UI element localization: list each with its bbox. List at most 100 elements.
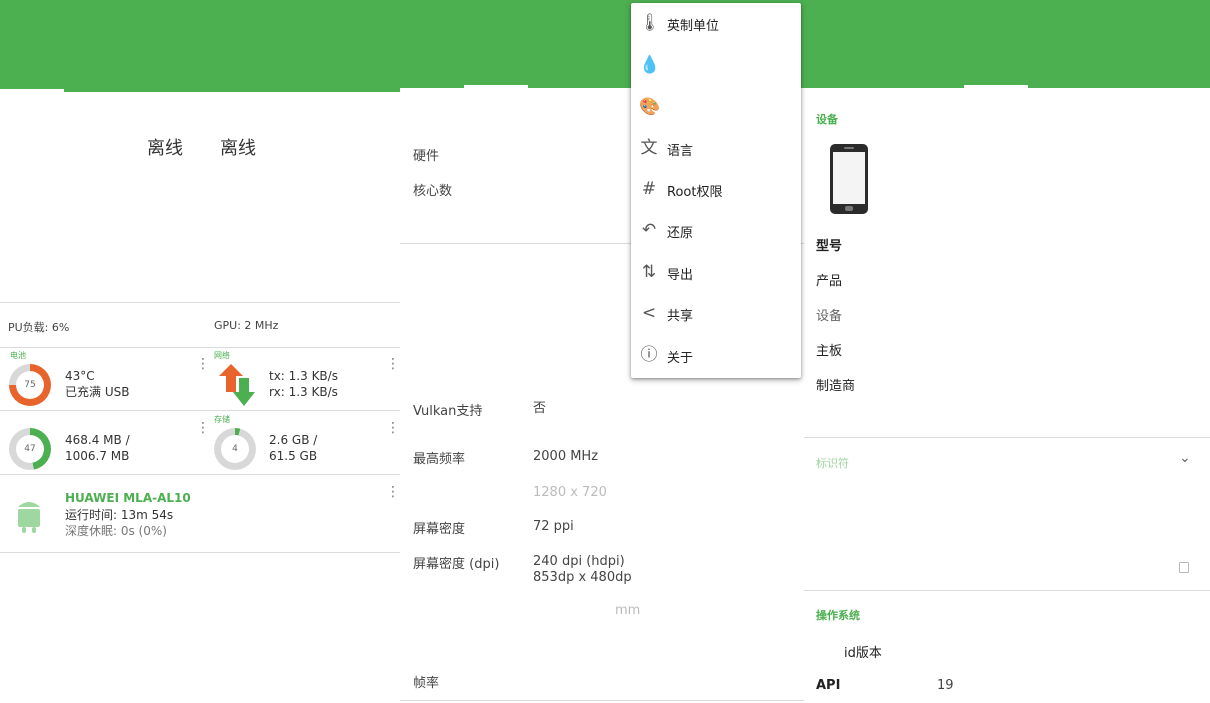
tab-indicator bbox=[0, 89, 64, 92]
row-label-vulkan: Vulkan支持 bbox=[413, 404, 483, 419]
battery-ring: 75 bbox=[9, 364, 51, 406]
device-info-panel: 设备 型号 产品 设备 主板 制造商 标识符 ⌄ 操作系统 id版本 API 1… bbox=[804, 0, 1210, 703]
row-value-density-dp: 853dp x 480dp bbox=[533, 570, 632, 585]
divider bbox=[804, 437, 1210, 438]
memory-percent: 47 bbox=[16, 435, 44, 463]
row-label-hardware: 硬件 bbox=[413, 149, 440, 164]
divider bbox=[804, 590, 1210, 591]
copy-icon[interactable] bbox=[1179, 562, 1189, 573]
offline-label-1: 离线 bbox=[147, 138, 183, 159]
divider bbox=[400, 700, 804, 701]
row-value-vulkan: 否 bbox=[533, 401, 547, 416]
device-label-manufacturer: 制造商 bbox=[816, 379, 856, 394]
phone-icon bbox=[830, 144, 868, 214]
menu-item-label: 共享 bbox=[667, 309, 694, 324]
network-arrows-icon bbox=[219, 364, 255, 406]
row-value-density: 72 ppi bbox=[533, 519, 574, 534]
chevron-down-icon[interactable]: ⌄ bbox=[1179, 450, 1191, 466]
menu-item-units[interactable]: 🌡 英制单位 bbox=[631, 3, 801, 44]
tab-indicator bbox=[964, 85, 1028, 88]
device-uptime: 运行时间: 13m 54s bbox=[65, 508, 174, 522]
offline-label-2: 离线 bbox=[220, 138, 256, 159]
menu-item-label: 导出 bbox=[667, 268, 694, 283]
device-tile[interactable]: HUAWEI MLA-AL10 运行时间: 13m 54s 深度休眠: 0s (… bbox=[0, 475, 400, 552]
menu-item-restore[interactable]: ↶ 还原 bbox=[631, 210, 801, 251]
menu-item-language[interactable]: 文 语言 bbox=[631, 128, 801, 169]
battery-tile[interactable]: 电池 75 43°C 已充满 USB ⋮ bbox=[0, 348, 210, 410]
section-device-title: 设备 bbox=[816, 113, 838, 126]
row-value-max-frequency: 2000 MHz bbox=[533, 449, 599, 464]
device-deep-sleep: 深度休眠: 0s (0%) bbox=[65, 524, 167, 538]
menu-item-root[interactable]: # Root权限 bbox=[631, 169, 801, 210]
device-label-model: 型号 bbox=[816, 239, 843, 254]
water-drop-icon: 💧 bbox=[639, 55, 661, 75]
more-vert-icon[interactable]: ⋮ bbox=[386, 357, 400, 371]
row-label-cores: 核心数 bbox=[413, 184, 453, 199]
storage-used: 2.6 GB / bbox=[269, 433, 318, 447]
more-vert-icon[interactable]: ⋮ bbox=[386, 485, 400, 499]
network-tx: tx: 1.3 KB/s bbox=[269, 369, 338, 383]
translate-icon: 文 bbox=[640, 138, 658, 158]
menu-item-label: 关于 bbox=[667, 351, 694, 366]
storage-caption: 存储 bbox=[214, 415, 230, 424]
device-label-device: 设备 bbox=[816, 309, 843, 324]
os-label-android-version: id版本 bbox=[844, 646, 882, 661]
menu-item-export[interactable]: ⇅ 导出 bbox=[631, 252, 801, 293]
divider bbox=[0, 552, 400, 553]
share-icon: < bbox=[641, 303, 657, 323]
menu-item-label: Root权限 bbox=[667, 185, 723, 200]
swap-vert-icon: ⇅ bbox=[641, 262, 657, 282]
thermometer-icon: 🌡 bbox=[639, 13, 661, 33]
menu-item-temperature[interactable]: 💧 bbox=[631, 45, 801, 86]
tab-indicator bbox=[464, 85, 528, 88]
gpu-frequency: GPU: 2 MHz bbox=[214, 319, 279, 332]
device-label-board: 主板 bbox=[816, 344, 843, 359]
memory-tile[interactable]: 47 468.4 MB / 1006.7 MB ⋮ bbox=[0, 411, 210, 473]
storage-percent: 4 bbox=[221, 435, 249, 463]
hash-icon: # bbox=[641, 179, 657, 199]
row-label-max-frequency: 最高频率 bbox=[413, 452, 466, 467]
row-label-density-dpi: 屏幕密度 (dpi) bbox=[413, 557, 500, 572]
row-value-density-dpi: 240 dpi (hdpi) bbox=[533, 554, 625, 569]
battery-percent: 75 bbox=[16, 371, 44, 399]
os-label-api: API bbox=[816, 678, 841, 693]
storage-total: 61.5 GB bbox=[269, 449, 318, 463]
dashboard-panel: 离线 离线 PU负载: 6% GPU: 2 MHz 电池 75 43°C 已充满… bbox=[0, 0, 400, 703]
os-value-api: 19 bbox=[937, 678, 954, 693]
divider bbox=[0, 302, 400, 303]
undo-icon: ↶ bbox=[641, 220, 657, 240]
network-tile[interactable]: 网络 tx: 1.3 KB/s rx: 1.3 KB/s ⋮ bbox=[205, 348, 400, 410]
android-icon bbox=[18, 502, 40, 533]
menu-item-about[interactable]: ⓘ 关于 bbox=[631, 335, 801, 376]
battery-caption: 电池 bbox=[10, 351, 26, 360]
section-identifiers-title[interactable]: 标识符 bbox=[816, 455, 849, 471]
app-bar bbox=[804, 0, 1210, 88]
storage-ring: 4 bbox=[214, 428, 256, 470]
device-label-product: 产品 bbox=[816, 274, 843, 289]
row-value-screen-size: mm bbox=[615, 603, 641, 618]
row-label-density: 屏幕密度 bbox=[413, 522, 466, 537]
cpu-load: PU负载: 6% bbox=[8, 321, 70, 334]
more-vert-icon[interactable]: ⋮ bbox=[386, 421, 400, 435]
info-icon: ⓘ bbox=[640, 345, 658, 365]
battery-status: 已充满 USB bbox=[65, 385, 130, 399]
network-caption: 网络 bbox=[214, 351, 230, 360]
overflow-menu: 🌡 英制单位 💧 🎨 文 语言 # Root权限 ↶ 还原 ⇅ 导出 < 共享 … bbox=[631, 3, 801, 378]
menu-item-share[interactable]: < 共享 bbox=[631, 293, 801, 334]
menu-item-label: 英制单位 bbox=[667, 19, 720, 34]
row-label-refresh-rate: 帧率 bbox=[413, 676, 440, 691]
row-value-resolution: 1280 x 720 bbox=[533, 485, 607, 500]
memory-total: 1006.7 MB bbox=[65, 449, 130, 463]
memory-ring: 47 bbox=[9, 428, 51, 470]
menu-item-label: 语言 bbox=[667, 144, 694, 159]
network-rx: rx: 1.3 KB/s bbox=[269, 385, 338, 399]
section-os-title: 操作系统 bbox=[816, 609, 860, 622]
menu-item-label: 还原 bbox=[667, 226, 694, 241]
battery-temperature: 43°C bbox=[65, 369, 95, 383]
app-bar bbox=[0, 0, 400, 92]
menu-item-theme[interactable]: 🎨 bbox=[631, 87, 801, 128]
memory-used: 468.4 MB / bbox=[65, 433, 130, 447]
device-name: HUAWEI MLA-AL10 bbox=[65, 491, 191, 505]
palette-icon: 🎨 bbox=[639, 97, 661, 117]
storage-tile[interactable]: 存储 4 2.6 GB / 61.5 GB ⋮ bbox=[205, 411, 400, 473]
